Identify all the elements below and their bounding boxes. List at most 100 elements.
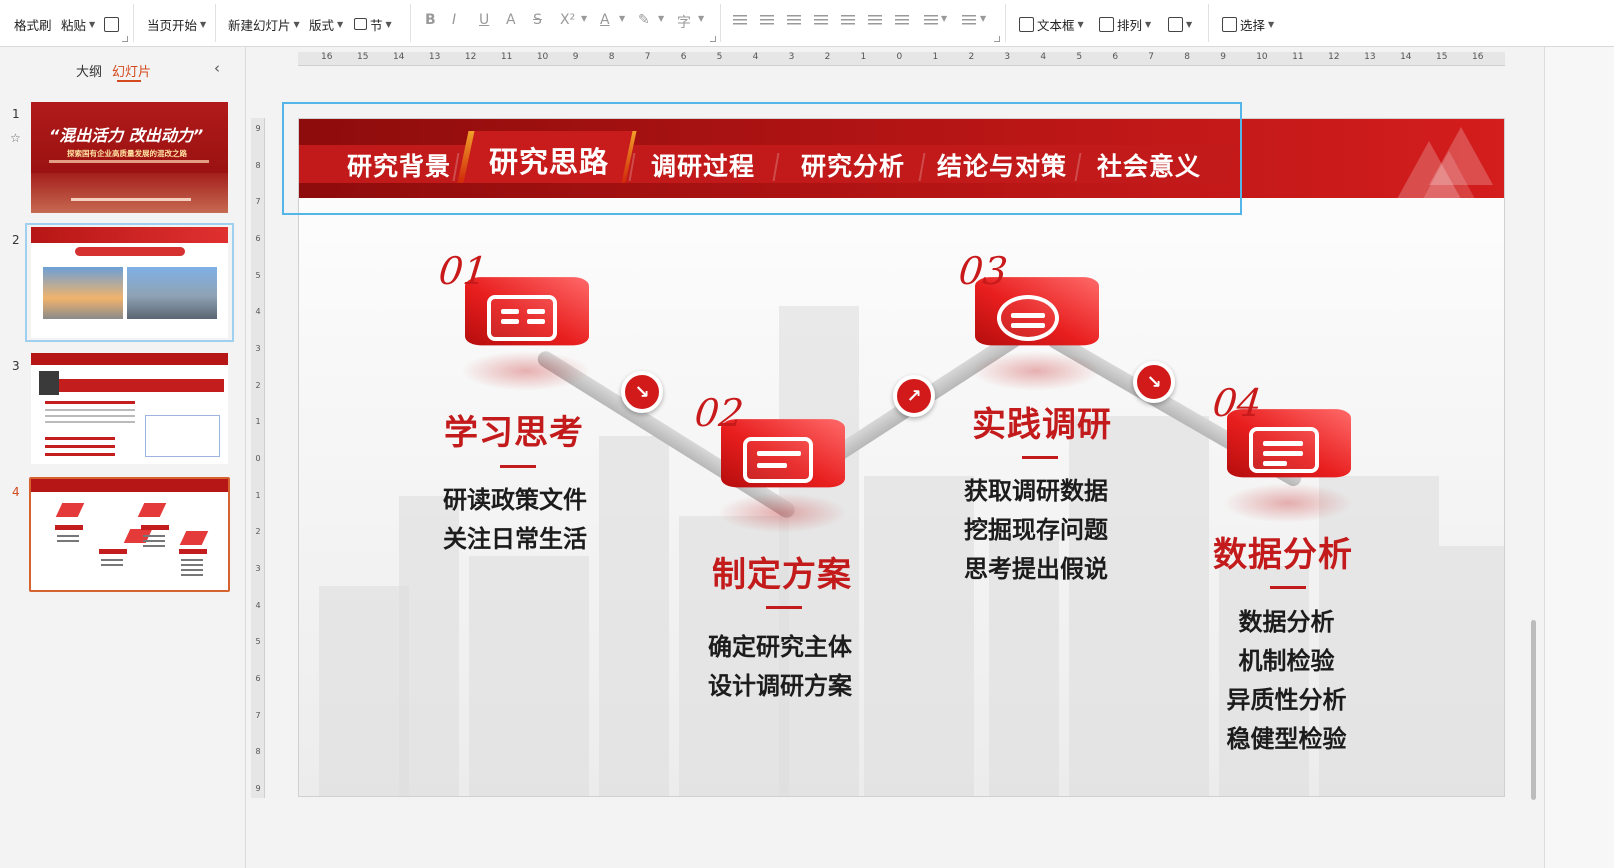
ruler-tick-label: 9 [1220, 52, 1226, 62]
star-icon[interactable]: ☆ [10, 131, 21, 145]
new-slide-button[interactable]: 新建幻灯片 ▼ [228, 10, 300, 38]
underline-button[interactable]: U [479, 12, 489, 28]
select-button[interactable]: 选择 ▼ [1222, 10, 1274, 38]
slide-thumbnail-3[interactable] [31, 353, 228, 464]
slide-thumbnail-1[interactable]: “混出活力 改出动力” 探索国有企业高质量发展的混改之路 [31, 102, 228, 213]
step-title-3: 实践调研 [972, 405, 1112, 445]
ruler-tick-label: 16 [321, 52, 333, 62]
ruler-tick-label: 10 [536, 52, 549, 62]
scrollbar-thumb[interactable] [1531, 620, 1536, 800]
highlight-icon[interactable]: ✎ [638, 12, 650, 28]
ruler-tick-label: 8 [1184, 52, 1190, 62]
ruler-tick-label: 5 [255, 637, 261, 647]
line-spacing-icon[interactable] [868, 15, 882, 27]
text-direction-dropdown-icon[interactable]: ▼ [980, 14, 986, 23]
arrange-icon [1099, 16, 1114, 32]
text-box-label: 文本框 [1037, 17, 1075, 33]
layout-button[interactable]: 版式 ▼ [309, 10, 343, 38]
tab-slides[interactable]: 幻灯片 [112, 61, 151, 80]
text-shadow-button[interactable]: A [506, 12, 516, 28]
step-item: 获取调研数据 [964, 477, 1108, 505]
ruler-tick-label: 13 [1364, 52, 1376, 62]
ruler-tick-label: 3 [255, 564, 261, 573]
section-button[interactable]: 节 ▼ [354, 10, 392, 38]
ruler-tick-label: 15 [356, 52, 369, 62]
align-left-icon[interactable] [733, 15, 747, 27]
step-number-03: 03 [956, 249, 1010, 293]
bold-button[interactable]: B [425, 12, 436, 28]
ruler-tick-label: 7 [255, 197, 261, 207]
slide-canvas[interactable]: 研究背景 研究思路 调研过程 研究分析 结论与对策 社会意义 01 02 03 … [298, 118, 1505, 797]
superscript-button[interactable]: X² [560, 12, 575, 28]
ruler-tick-label: 7 [1148, 52, 1155, 62]
ruler-tick-label: 7 [255, 710, 261, 720]
ruler-tick-label: 13 [428, 52, 441, 62]
distribute-icon[interactable] [841, 15, 855, 27]
step-divider [1022, 456, 1058, 459]
paste-button[interactable]: 粘贴 ▼ [61, 10, 95, 38]
arrange-button[interactable]: 排列 ▼ [1099, 10, 1151, 38]
ruler-tick-label: 12 [464, 52, 477, 62]
section-icon [354, 18, 367, 30]
slide-number-3: 3 [12, 359, 20, 373]
font-expand-icon[interactable] [710, 36, 716, 42]
ruler-tick-label: 8 [608, 52, 615, 62]
slide-thumbnail-4[interactable] [31, 479, 228, 590]
ruler-tick-label: 5 [255, 270, 261, 280]
font-color-dropdown-icon[interactable]: ▼ [619, 14, 625, 23]
ruler-tick-label: 4 [752, 52, 759, 62]
format-painter-label: 格式刷 [14, 17, 52, 33]
step-number-02: 02 [692, 391, 746, 435]
text-direction-icon[interactable] [962, 15, 976, 27]
document-icon [1249, 427, 1319, 473]
step-items-4: 数据分析 机制检验 异质性分析 稳健型检验 [1224, 603, 1349, 759]
indent-dropdown-icon[interactable]: ▼ [941, 14, 947, 23]
align-center-icon[interactable] [760, 15, 774, 27]
paragraph-spacing-icon[interactable] [895, 15, 909, 27]
step-items-3: 获取调研数据 挖掘现存问题 思考提出假说 [964, 472, 1108, 589]
chevron-left-icon[interactable]: ‹ [214, 59, 220, 77]
ruler-tick-label: 1 [255, 490, 261, 500]
slide-number-2: 2 [12, 233, 20, 247]
ruler-tick-label: 7 [644, 52, 651, 62]
highlight-dropdown-icon[interactable]: ▼ [658, 14, 664, 23]
format-painter-button[interactable]: 格式刷 [14, 10, 52, 38]
city-skyline-image [31, 173, 228, 213]
play-from-current-button[interactable]: 当页开始 ▼ [147, 10, 206, 38]
copy-icon[interactable] [104, 10, 119, 38]
indent-icon[interactable] [924, 15, 938, 27]
font-color-button[interactable]: A [600, 12, 610, 28]
paragraph-expand-icon[interactable] [994, 36, 1000, 42]
ruler-tick-label: 8 [255, 160, 261, 170]
selection-box[interactable] [282, 102, 1242, 215]
tab-outline[interactable]: 大纲 [76, 61, 102, 80]
phonetic-dropdown-icon[interactable]: ▼ [698, 14, 704, 23]
justify-icon[interactable] [814, 15, 828, 27]
ruler-tick-label: 9 [572, 52, 579, 62]
shape-outline-button[interactable]: ▼ [1168, 10, 1192, 38]
strikethrough-button[interactable]: S [533, 12, 542, 28]
ruler-tick-label: 16 [1472, 52, 1484, 62]
arrow-circle-icon: ↘ [1133, 361, 1175, 403]
step-item: 关注日常生活 [443, 525, 587, 553]
book-icon [487, 295, 557, 341]
ruler-tick-label: 5 [1076, 52, 1083, 62]
ruler-tick-label: 10 [1256, 52, 1268, 62]
superscript-dropdown-icon[interactable]: ▼ [581, 14, 587, 23]
step-item: 数据分析 [1238, 608, 1335, 636]
ruler-tick-label: 3 [788, 52, 795, 62]
horizontal-ruler: 16 15 14 13 12 11 10 9 8 7 6 5 4 3 2 1 0 1 2 3 4 5 6 7 8 9 10 11 12 1… [298, 52, 1505, 66]
italic-button[interactable]: I [452, 12, 456, 28]
align-right-icon[interactable] [787, 15, 801, 27]
text-box-button[interactable]: 文本框 ▼ [1019, 10, 1084, 38]
ruler-tick-label: 0 [896, 52, 903, 62]
building-photo [127, 267, 217, 319]
ruler-tick-label: 9 [255, 124, 261, 133]
clipboard-expand-icon[interactable] [122, 36, 128, 42]
ruler-tick-label: 14 [392, 52, 405, 62]
phonetic-icon[interactable]: 字 [677, 12, 691, 32]
slide-thumbnail-2[interactable] [31, 227, 228, 338]
step-title-1: 学习思考 [444, 413, 584, 453]
section-label: 节 [370, 17, 383, 33]
ruler-tick-label: 6 [255, 234, 261, 243]
